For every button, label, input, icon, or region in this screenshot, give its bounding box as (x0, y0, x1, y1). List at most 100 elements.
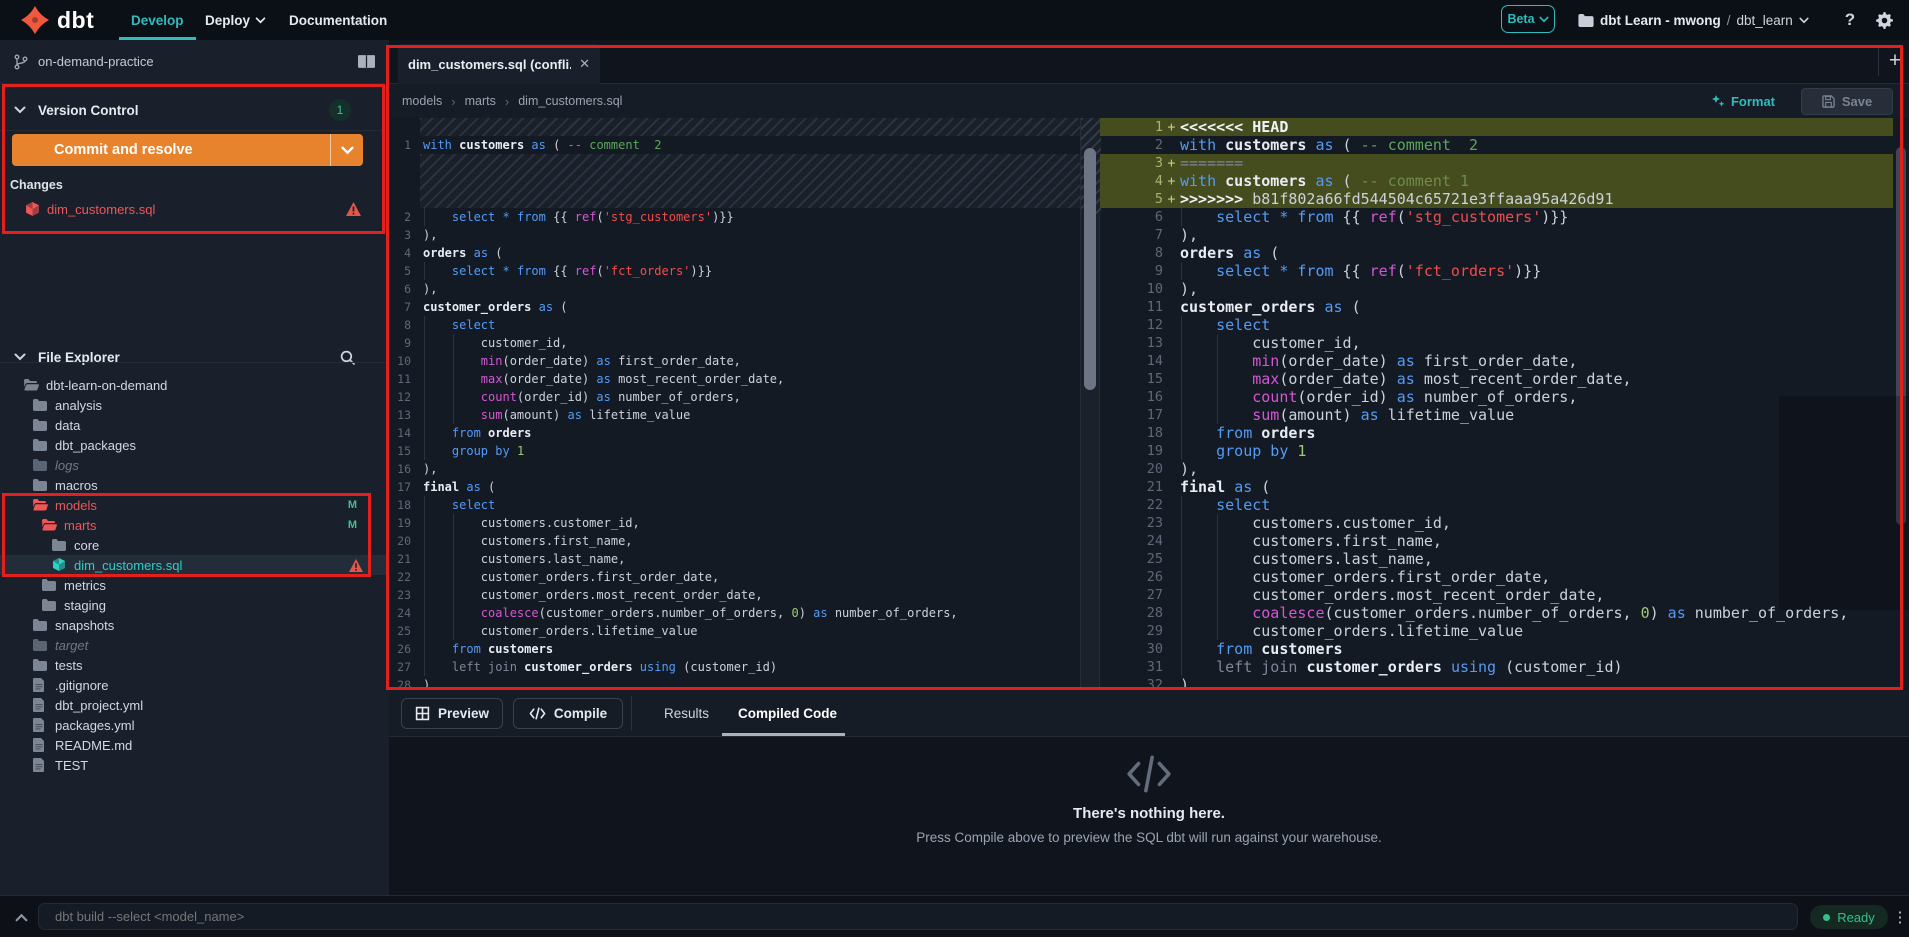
diff-pane-original[interactable]: 1 with customers as ( -- comment 2 2 selec… (389, 118, 1080, 690)
code-line-9[interactable]: 9 select * from {{ ref('fct_orders')}} (1100, 262, 1893, 280)
code-line-12[interactable]: 12 select (1100, 316, 1893, 334)
code-line-4[interactable]: 4 orders as ( (389, 244, 1080, 262)
file-tree-item-dbt-learn-on-demand[interactable]: dbt-learn-on-demand (0, 375, 389, 395)
format-button[interactable]: Format (1711, 94, 1775, 109)
settings-gear-button[interactable] (1872, 8, 1896, 32)
tab-deploy[interactable]: Deploy (205, 0, 266, 40)
code-line-8[interactable]: 8 select (389, 316, 1080, 334)
file-tree-item-target[interactable]: target (0, 635, 389, 655)
code-line-10[interactable]: 10), (1100, 280, 1893, 298)
code-line-31[interactable]: 31 left join customer_orders using (cust… (1100, 658, 1893, 676)
code-line-6[interactable]: 6), (389, 280, 1080, 298)
code-line-2[interactable]: 2 select * from {{ ref('stg_customers')}… (389, 208, 1080, 226)
kebab-menu-icon[interactable]: ⋮ (1892, 905, 1908, 929)
file-explorer-header[interactable]: File Explorer (0, 336, 389, 378)
file-tree-item-tests[interactable]: tests (0, 655, 389, 675)
code-line-21[interactable]: 21 final as ( (1100, 478, 1893, 496)
code-line-10[interactable]: 10 min(order_date) as first_order_date, (389, 352, 1080, 370)
code-line-24[interactable]: 24 coalesce(customer_orders.number_of_or… (389, 604, 1080, 622)
code-line-13[interactable]: 13 sum(amount) as lifetime_value (389, 406, 1080, 424)
diff-pane-modified[interactable]: 1 + <<<<<<< HEAD 2 with customers as ( -- co… (1100, 118, 1893, 690)
file-tree-item-test[interactable]: TEST (0, 755, 389, 775)
code-line-14[interactable]: 14 from orders (389, 424, 1080, 442)
code-line-20[interactable]: 20 customers.first_name, (389, 532, 1080, 550)
file-tree-item-metrics[interactable]: metrics (0, 575, 389, 595)
code-line-22[interactable]: 22 customer_orders.first_order_date, (389, 568, 1080, 586)
tab-compiled-code[interactable]: Compiled Code (738, 690, 837, 736)
preview-button[interactable]: Preview (401, 698, 503, 729)
file-tree-item--gitignore[interactable]: .gitignore (0, 675, 389, 695)
code-line-17[interactable]: 17 sum(amount) as lifetime_value (1100, 406, 1893, 424)
code-line-18[interactable]: 18 from orders (1100, 424, 1893, 442)
code-line-3[interactable]: 3 + ======= (1100, 154, 1893, 172)
command-input[interactable] (38, 903, 1798, 930)
branch-row[interactable]: on-demand-practice (0, 40, 389, 84)
code-line-16[interactable]: 16 count(order_id) as number_of_orders, (1100, 388, 1893, 406)
file-tree-item-dbt-packages[interactable]: dbt_packages (0, 435, 389, 455)
file-tree-item-analysis[interactable]: analysis (0, 395, 389, 415)
code-line-18[interactable]: 18 select (389, 496, 1080, 514)
code-line-7[interactable]: 7 customer_orders as ( (389, 298, 1080, 316)
code-line-15[interactable]: 15 group by 1 (389, 442, 1080, 460)
code-line-28[interactable]: 28) (389, 676, 1080, 690)
help-button[interactable]: ? (1838, 8, 1862, 32)
code-line-11[interactable]: 11 max(order_date) as most_recent_order_… (389, 370, 1080, 388)
file-tree-item-packages-yml[interactable]: packages.yml (0, 715, 389, 735)
file-tree-item-models[interactable]: models M (0, 495, 389, 515)
code-line-22[interactable]: 22 select (1100, 496, 1893, 514)
code-line-27[interactable]: 27 left join customer_orders using (cust… (389, 658, 1080, 676)
left-pane-scrollbar[interactable] (1084, 148, 1096, 390)
code-line-5[interactable]: 5 + >>>>>>> b81f802a66fd544504c65721e3ffaa… (1100, 190, 1893, 208)
save-button[interactable]: Save (1801, 87, 1893, 115)
code-line-26[interactable]: 26 from customers (389, 640, 1080, 658)
breadcrumb-item[interactable]: dim_customers.sql (518, 94, 622, 108)
code-line-13[interactable]: 13 customer_id, (1100, 334, 1893, 352)
code-line-11[interactable]: 11 customer_orders as ( (1100, 298, 1893, 316)
editor-scrollbar[interactable] (1896, 147, 1906, 525)
commit-options-caret[interactable] (330, 134, 363, 166)
code-line-9[interactable]: 9 customer_id, (389, 334, 1080, 352)
code-line-2[interactable]: 2 with customers as ( -- comment 2 (1100, 136, 1893, 154)
beta-selector[interactable]: Beta (1501, 5, 1555, 33)
code-line-16[interactable]: 16), (389, 460, 1080, 478)
code-line-29[interactable]: 29 customer_orders.lifetime_value (1100, 622, 1893, 640)
code-line-3[interactable]: 3), (389, 226, 1080, 244)
code-line-20[interactable]: 20), (1100, 460, 1893, 478)
code-line-23[interactable]: 23 customer_orders.most_recent_order_dat… (389, 586, 1080, 604)
code-line-12[interactable]: 12 count(order_id) as number_of_orders, (389, 388, 1080, 406)
code-line-32[interactable]: 32) (1100, 676, 1893, 690)
tab-documentation[interactable]: Documentation (289, 0, 387, 40)
file-tree-item-marts[interactable]: marts M (0, 515, 389, 535)
breadcrumb-item[interactable]: marts (465, 94, 496, 108)
project-selector[interactable]: dbt Learn - mwong / dbt_learn (1578, 0, 1809, 40)
code-line-7[interactable]: 7), (1100, 226, 1893, 244)
code-line-19[interactable]: 19 customers.customer_id, (389, 514, 1080, 532)
code-line-5[interactable]: 5 select * from {{ ref('fct_orders')}} (389, 262, 1080, 280)
code-line-8[interactable]: 8 orders as ( (1100, 244, 1893, 262)
code-line-4[interactable]: 4 + with customers as ( -- comment 1 (1100, 172, 1893, 190)
file-tree-item-data[interactable]: data (0, 415, 389, 435)
tab-dim-customers[interactable]: dim_customers.sql (confli... ✕ (398, 44, 600, 84)
status-badge-ready[interactable]: Ready (1810, 905, 1888, 929)
new-tab-button[interactable]: + (1884, 46, 1906, 76)
file-tree-item-staging[interactable]: staging (0, 595, 389, 615)
code-line-15[interactable]: 15 max(order_date) as most_recent_order_… (1100, 370, 1893, 388)
file-tree-item-core[interactable]: core (0, 535, 389, 555)
dbt-logo[interactable]: dbt (20, 5, 94, 35)
file-tree-item-snapshots[interactable]: snapshots (0, 615, 389, 635)
code-line-25[interactable]: 25 customers.last_name, (1100, 550, 1893, 568)
commit-and-resolve-button[interactable]: Commit and resolve (12, 134, 363, 166)
changed-file-row[interactable]: dim_customers.sql (0, 198, 389, 220)
file-tree-item-readme-md[interactable]: README.md (0, 735, 389, 755)
compile-button[interactable]: Compile (513, 698, 623, 729)
file-tree-item-dbt-project-yml[interactable]: dbt_project.yml (0, 695, 389, 715)
code-line-14[interactable]: 14 min(order_date) as first_order_date, (1100, 352, 1893, 370)
code-line-1[interactable]: 1 with customers as ( -- comment 2 (389, 136, 1080, 154)
code-line-1[interactable]: 1 + <<<<<<< HEAD (1100, 118, 1893, 136)
tab-develop[interactable]: Develop (131, 0, 184, 40)
code-line-26[interactable]: 26 customer_orders.first_order_date, (1100, 568, 1893, 586)
breadcrumb-item[interactable]: models (402, 94, 442, 108)
file-tree-item-logs[interactable]: logs (0, 455, 389, 475)
code-line-25[interactable]: 25 customer_orders.lifetime_value (389, 622, 1080, 640)
code-line-24[interactable]: 24 customers.first_name, (1100, 532, 1893, 550)
